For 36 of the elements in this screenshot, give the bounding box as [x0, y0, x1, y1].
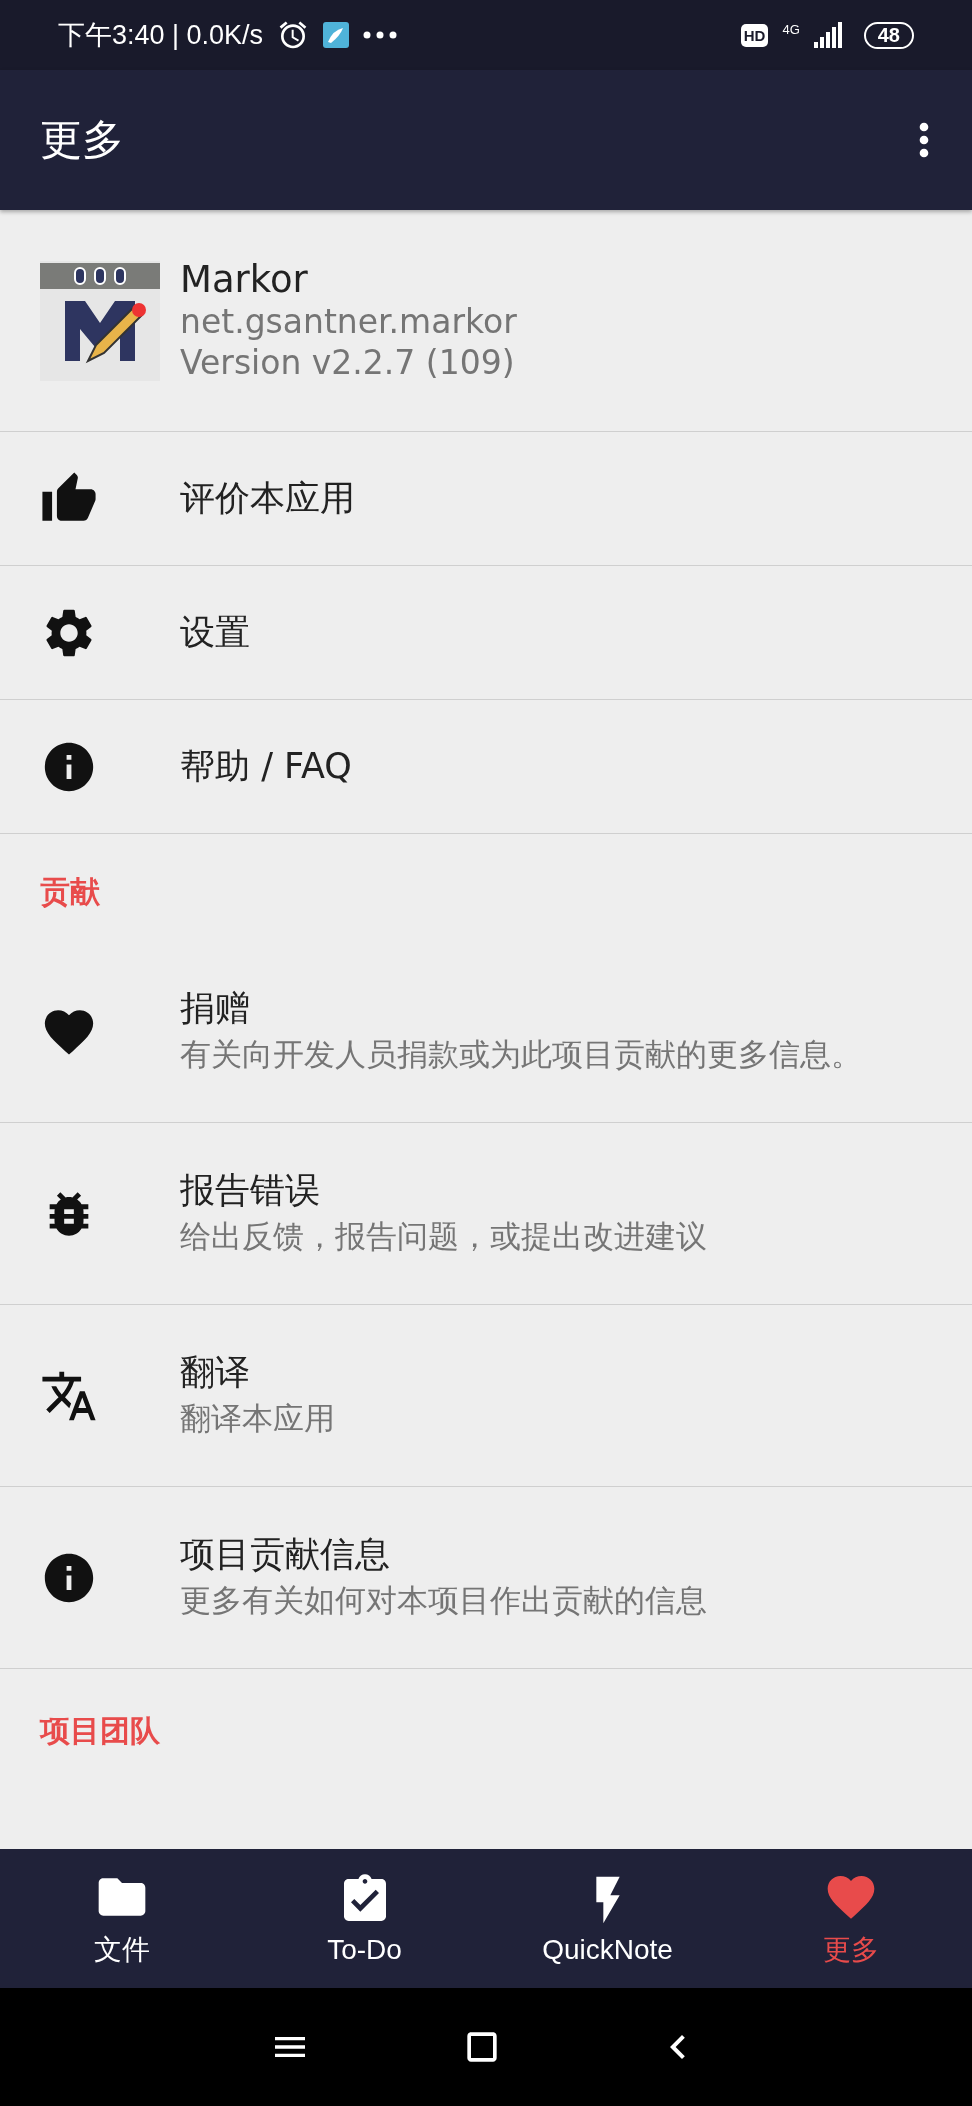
item-title: 帮助 / FAQ [180, 744, 353, 788]
item-title: 设置 [180, 610, 251, 654]
nav-tab[interactable]: 文件 [0, 1849, 243, 1988]
nav-tab[interactable]: To-Do [243, 1849, 486, 1988]
section-header: 贡献 [39, 873, 101, 911]
app-bar-title: 更多 [40, 114, 125, 166]
item-title: 翻译 [180, 1351, 251, 1395]
more-dots-icon [363, 31, 398, 39]
nav-tab[interactable]: 更多 [729, 1849, 972, 1988]
item-description: 有关向开发人员捐款或为此项目贡献的更多信息。 [180, 1034, 863, 1074]
settings-item[interactable]: 翻译 翻译本应用 [0, 1305, 972, 1487]
markor-logo-icon [40, 260, 160, 381]
item-title: 评价本应用 [180, 476, 356, 520]
status-time: 下午3:40 | 0.0K/s [58, 19, 264, 52]
item-description: 翻译本应用 [180, 1398, 336, 1438]
item-description: 给出反馈，报告问题，或提出改进建议 [180, 1216, 708, 1256]
settings-item[interactable]: 捐赠 有关向开发人员捐款或为此项目贡献的更多信息。 [0, 941, 972, 1123]
app-notification-icon [323, 22, 350, 48]
item-title: 项目贡献信息 [180, 1533, 391, 1577]
hd-badge: HD [740, 23, 769, 47]
settings-item[interactable]: 报告错误 给出反馈，报告问题，或提出改进建议 [0, 1123, 972, 1305]
item-title: 捐赠 [180, 987, 251, 1031]
section-header: 项目团队 [38, 1712, 161, 1750]
settings-item[interactable]: 帮助 / FAQ [0, 700, 972, 834]
version-text: Version v2.2.7 (109) [180, 342, 516, 384]
settings-item[interactable]: 设置 [0, 566, 972, 700]
package-name: net.gsantner.markor [180, 300, 517, 342]
signal-icon [813, 22, 844, 48]
app-name: Markor [180, 257, 309, 301]
battery-indicator: 48 [863, 21, 914, 49]
settings-item[interactable]: 评价本应用 [0, 432, 972, 566]
nav-tab[interactable]: QuickNote [486, 1849, 729, 1988]
settings-item[interactable]: 项目贡献信息 更多有关如何对本项目作出贡献的信息 [0, 1487, 972, 1669]
item-description: 更多有关如何对本项目作出贡献的信息 [180, 1580, 708, 1620]
network-type: 4G [782, 22, 800, 37]
item-title: 报告错误 [180, 1169, 321, 1213]
